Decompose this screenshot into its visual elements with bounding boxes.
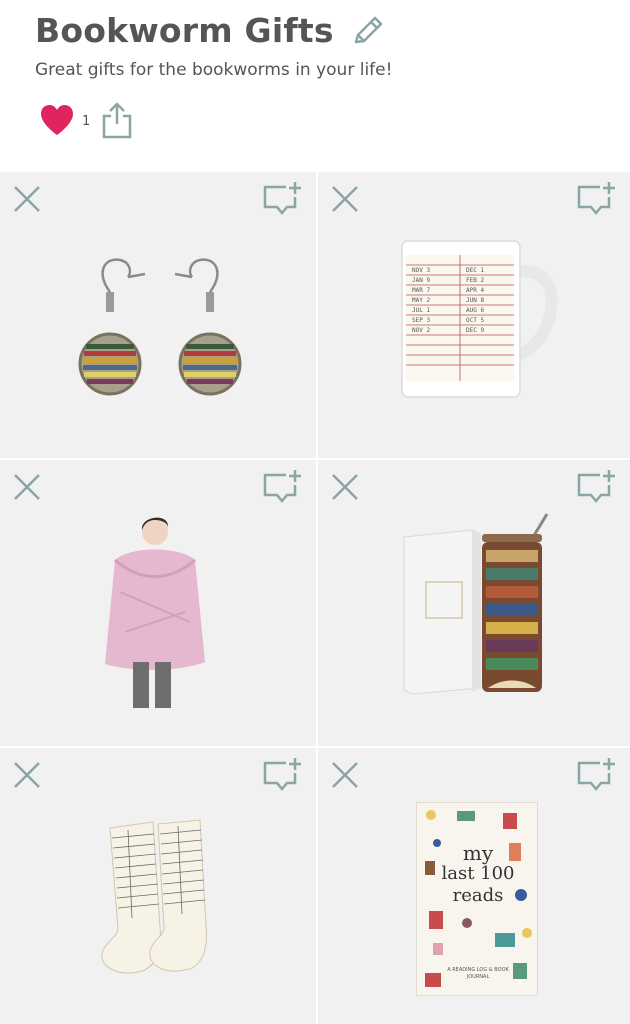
list-actions: 1	[38, 100, 134, 140]
product-image-mug[interactable]: NOV 3 DEC 1 JAN 9 FEB 2 MAR 7 APR 4 MAY 2 JU…	[398, 237, 563, 402]
list-header: Bookworm Gifts Great gifts for the bookw…	[0, 0, 630, 172]
list-description: Great gifts for the bookworms in your li…	[35, 60, 393, 80]
product-card-journal[interactable]: my last 100 reads A READING LOG & BOOK J…	[318, 748, 630, 1024]
svg-text:DEC 1: DEC 1	[466, 267, 484, 274]
journal-title-reads: reads	[452, 885, 504, 906]
svg-text:MAR 7: MAR 7	[412, 287, 430, 294]
product-card-earrings[interactable]	[0, 172, 316, 458]
product-image-journal[interactable]: my last 100 reads A READING LOG & BOOK J…	[416, 802, 538, 996]
svg-text:JUL 1: JUL 1	[412, 307, 430, 314]
svg-text:APR 4: APR 4	[466, 287, 484, 294]
svg-text:JUN 8: JUN 8	[466, 297, 484, 304]
journal-subtitle: A READING LOG & BOOK JOURNAL	[447, 967, 509, 980]
heart-icon[interactable]	[38, 103, 76, 137]
add-note-icon[interactable]	[262, 180, 302, 218]
product-image-socks[interactable]	[98, 818, 228, 988]
product-image-earrings[interactable]	[70, 252, 250, 402]
pencil-icon[interactable]	[348, 12, 388, 52]
close-icon[interactable]	[12, 760, 42, 790]
product-card-socks[interactable]	[0, 748, 316, 1024]
product-image-blanket[interactable]	[100, 512, 210, 712]
like-count: 1	[82, 113, 91, 129]
add-note-icon[interactable]	[576, 468, 616, 506]
journal-title-my: my	[462, 841, 494, 865]
product-image-tumbler[interactable]	[402, 512, 552, 702]
svg-text:AUG 6: AUG 6	[466, 307, 484, 314]
title-row: Bookworm Gifts	[35, 8, 388, 52]
svg-text:DEC 9: DEC 9	[466, 327, 484, 334]
close-icon[interactable]	[12, 184, 42, 214]
close-icon[interactable]	[12, 472, 42, 502]
close-icon[interactable]	[330, 760, 360, 790]
product-grid: NOV 3 DEC 1 JAN 9 FEB 2 MAR 7 APR 4 MAY 2 JU…	[0, 172, 630, 1024]
svg-text:JAN 9: JAN 9	[412, 277, 430, 284]
product-card-tumbler[interactable]	[318, 460, 630, 746]
product-card-mug[interactable]: NOV 3 DEC 1 JAN 9 FEB 2 MAR 7 APR 4 MAY 2 JU…	[318, 172, 630, 458]
page-title: Bookworm Gifts	[35, 10, 334, 50]
add-note-icon[interactable]	[262, 468, 302, 506]
close-icon[interactable]	[330, 472, 360, 502]
add-note-icon[interactable]	[576, 756, 616, 794]
close-icon[interactable]	[330, 184, 360, 214]
add-note-icon[interactable]	[262, 756, 302, 794]
share-icon[interactable]	[100, 100, 134, 140]
svg-text:NOV 2: NOV 2	[412, 327, 430, 334]
product-card-blanket[interactable]	[0, 460, 316, 746]
svg-text:FEB 2: FEB 2	[466, 277, 484, 284]
svg-text:OCT 5: OCT 5	[466, 317, 484, 324]
svg-text:NOV 3: NOV 3	[412, 267, 430, 274]
svg-text:SEP 3: SEP 3	[412, 317, 430, 324]
add-note-icon[interactable]	[576, 180, 616, 218]
svg-text:MAY 2: MAY 2	[412, 297, 430, 304]
journal-title-last100: last 100	[441, 863, 515, 884]
